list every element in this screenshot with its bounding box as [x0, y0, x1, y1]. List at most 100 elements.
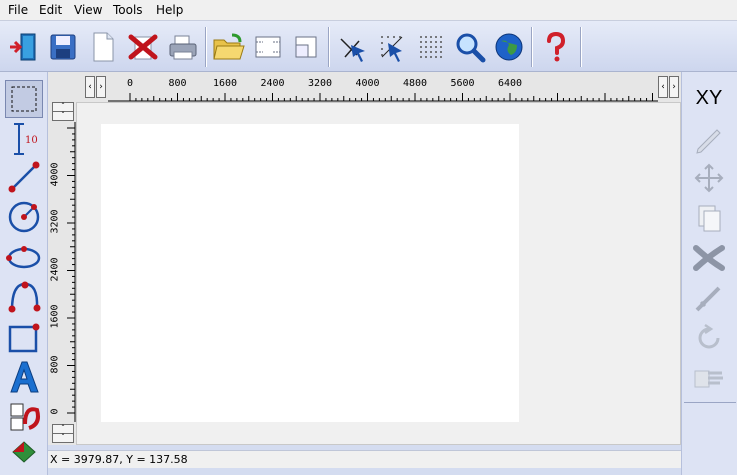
ruler-label: 5600 [450, 78, 475, 89]
copy-pages-icon [698, 205, 721, 232]
ruler-scroll-down-button[interactable]: ˇ [52, 111, 74, 121]
delete-button[interactable] [124, 29, 162, 65]
block-insert-icon [10, 403, 40, 431]
xy-label: XY [695, 86, 723, 109]
ruler-scroll-right-end-button[interactable]: › [669, 76, 679, 98]
text-a-icon [10, 361, 39, 393]
zoom-button[interactable] [451, 29, 489, 65]
rotate-icon [698, 323, 720, 349]
rectangle-tool[interactable] [5, 318, 43, 356]
svg-text:10: 10 [25, 135, 38, 146]
ruler-label: 800 [168, 78, 187, 89]
arc-tool[interactable] [5, 278, 43, 316]
page-size-button[interactable] [287, 29, 325, 65]
ellipse-tool[interactable] [5, 238, 43, 276]
vertical-ruler: ˆ ˇ 4000 3200 2400 1600 800 0 ˆ ˇ [48, 102, 76, 445]
dimension-icon: 10 [14, 123, 38, 155]
exit-door-icon [10, 33, 36, 61]
printer-icon [169, 35, 197, 60]
coordinates-button[interactable]: XY [686, 80, 732, 116]
menu-help[interactable]: Help [156, 3, 183, 17]
trim-button[interactable] [686, 280, 732, 316]
drawing-tools-panel: 10 [0, 72, 48, 475]
dimension-tool[interactable]: 10 [5, 120, 43, 158]
move-arrows-icon [694, 163, 724, 193]
panel-separator [684, 402, 736, 403]
ruler-label: 0 [126, 78, 134, 89]
scissors-icon [693, 245, 725, 271]
menu-bar: File Edit View Tools Help [0, 0, 737, 21]
drawing-canvas[interactable] [76, 102, 681, 445]
circle-tool[interactable] [5, 198, 43, 236]
crosshair-pointer-icon [340, 38, 365, 62]
ruler-label: 1600 [49, 304, 61, 329]
print-button[interactable] [164, 29, 202, 65]
rotate-button[interactable] [686, 320, 732, 356]
circle-radius-icon [8, 201, 40, 233]
main-toolbar [0, 21, 737, 72]
line-tool[interactable] [5, 158, 43, 196]
ruler-scroll-right-button[interactable]: › [96, 76, 106, 98]
edit-tools-panel: XY [681, 72, 737, 475]
arc-icon [8, 281, 41, 313]
edit-pencil-button[interactable] [686, 120, 732, 156]
toolbar-separator [328, 27, 330, 67]
select-objects-button[interactable] [334, 29, 372, 65]
text-tool[interactable] [5, 358, 43, 396]
ruler-label: 4000 [355, 78, 380, 89]
floppy-disk-icon [50, 34, 76, 60]
menu-tools[interactable]: Tools [113, 3, 143, 17]
rectangle-icon [8, 323, 40, 353]
cut-button[interactable] [686, 240, 732, 276]
pencil-icon [696, 129, 721, 154]
horizontal-ruler: ‹ › 0 800 1600 2400 3200 4000 4800 5600 6400 ‹ › [48, 72, 681, 102]
block-tool[interactable] [5, 398, 43, 436]
line-segment-icon [8, 161, 40, 193]
ruler-scroll-left-button[interactable]: ‹ [85, 76, 95, 98]
menu-view[interactable]: View [74, 3, 102, 17]
select-tool[interactable] [5, 80, 43, 118]
folder-open-icon [213, 33, 245, 60]
new-file-button[interactable] [84, 29, 122, 65]
move-button[interactable] [686, 160, 732, 196]
fill-tool[interactable] [5, 438, 43, 468]
horizontal-ruler-ticks [108, 93, 658, 102]
ruler-scroll-left-end-button[interactable]: ‹ [658, 76, 668, 98]
ruler-label: 2400 [49, 256, 61, 282]
ruler-label: 800 [49, 354, 61, 374]
grid-pointer-icon [381, 36, 403, 62]
ruler-label: 0 [49, 408, 61, 415]
delete-x-icon [128, 34, 158, 60]
ruler-label: 4800 [402, 78, 428, 89]
open-button[interactable] [210, 29, 248, 65]
ruler-label: 2400 [260, 78, 285, 89]
globe-icon [495, 33, 523, 61]
snap-to-grid-button[interactable] [373, 29, 411, 65]
vertical-ruler-ticks [67, 122, 76, 422]
dashed-select-icon [11, 86, 37, 112]
save-button[interactable] [44, 29, 82, 65]
hand-icon [694, 370, 723, 388]
copy-button[interactable] [686, 200, 732, 236]
ruler-scroll-down-end-button[interactable]: ˇ [52, 433, 74, 443]
paint-bucket-icon [12, 441, 36, 463]
toolbar-separator [580, 27, 582, 67]
show-grid-button[interactable] [412, 29, 450, 65]
ruler-label: 6400 [497, 78, 523, 89]
ellipse-icon [6, 246, 41, 269]
ruler-label: 3200 [307, 78, 333, 89]
toolbar-separator [205, 27, 207, 67]
status-bar: X = 3979.87, Y = 137.58 [48, 450, 681, 468]
web-button[interactable] [490, 29, 528, 65]
knife-icon [695, 286, 721, 312]
ruler-label: 1600 [212, 78, 238, 89]
drawing-page[interactable] [101, 124, 519, 422]
help-button[interactable] [537, 29, 575, 65]
page-setup-button[interactable] [249, 29, 287, 65]
blank-page-icon [93, 32, 114, 62]
stretch-button[interactable] [686, 360, 732, 396]
menu-file[interactable]: File [8, 3, 28, 17]
exit-button[interactable] [4, 29, 42, 65]
menu-edit[interactable]: Edit [39, 3, 62, 17]
page-size-icon [295, 36, 317, 58]
